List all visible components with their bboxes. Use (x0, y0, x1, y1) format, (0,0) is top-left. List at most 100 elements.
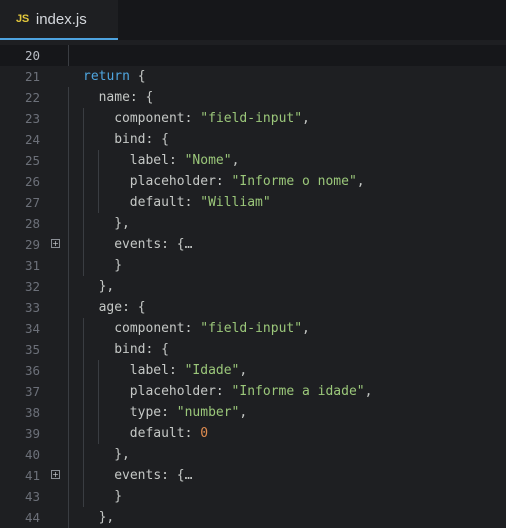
indent-guide (68, 234, 69, 255)
code-line[interactable]: 29 + events: {… (0, 234, 506, 255)
code-text: return { (83, 66, 146, 87)
indent-guide (83, 318, 84, 339)
code-text: }, (99, 507, 115, 528)
indent-guide (68, 297, 69, 318)
token-pun: : { (145, 342, 169, 357)
indent-guide (68, 129, 69, 150)
code-line[interactable]: 26 placeholder: "Informe o nome", (0, 171, 506, 192)
line-number: 27 (24, 195, 40, 210)
indent-guide (83, 402, 84, 423)
code-line[interactable]: 33 age: { (0, 297, 506, 318)
javascript-file-icon: JS (16, 13, 29, 25)
fold-expand-icon[interactable]: + (51, 239, 60, 248)
code-line[interactable]: 32}, (0, 276, 506, 297)
indent-guide (83, 486, 84, 507)
code-line[interactable]: 34 component: "field-input", (0, 318, 506, 339)
token-pun: : (184, 426, 201, 441)
code-line[interactable]: 25 label: "Nome", (0, 150, 506, 171)
code-text: events: {… (114, 465, 192, 486)
indent-guide (83, 423, 84, 444)
indent-guide (83, 108, 84, 129)
line-number: 34 (24, 321, 40, 336)
line-number: 26 (24, 174, 40, 189)
code-line[interactable]: 38 type: "number", (0, 402, 506, 423)
line-number: 39 (24, 426, 40, 441)
code-text: label: "Nome", (130, 150, 240, 171)
indent-guide (68, 444, 69, 465)
token-prop: events (114, 237, 162, 252)
token-prop: default (129, 426, 185, 441)
tab-index-js[interactable]: JS index.js (0, 0, 118, 40)
code-line[interactable]: 27 default: "William" (0, 192, 506, 213)
line-number: 40 (24, 447, 40, 462)
code-line[interactable]: 41 + events: {… (0, 465, 506, 486)
code-text: component: "field-input", (114, 318, 310, 339)
line-number: 29 (24, 237, 40, 252)
code-text: placeholder: "Informe a idade", (130, 381, 373, 402)
token-pun: : (184, 321, 201, 336)
code-line[interactable]: 20 (0, 45, 506, 66)
token-pun: : { (161, 237, 185, 252)
token-prop: component (114, 111, 185, 126)
line-number: 31 (24, 258, 40, 273)
line-number: 37 (24, 384, 40, 399)
code-line[interactable]: 44}, (0, 507, 506, 528)
code-line[interactable]: 40}, (0, 444, 506, 465)
token-prop: bind (114, 132, 146, 147)
code-line[interactable]: 37 placeholder: "Informe a idade", (0, 381, 506, 402)
code-line[interactable]: 21 return { (0, 66, 506, 87)
token-prop: name (98, 90, 130, 105)
token-pun: : (215, 384, 232, 399)
token-ell: … (184, 237, 193, 252)
code-line[interactable]: 31} (0, 255, 506, 276)
code-text: }, (114, 444, 130, 465)
token-pun: , (231, 153, 240, 168)
code-line[interactable]: 36 label: "Idade", (0, 360, 506, 381)
token-prop: label (129, 363, 169, 378)
token-pun: } (114, 489, 123, 504)
code-line[interactable]: 43} (0, 486, 506, 507)
code-text: placeholder: "Informe o nome", (130, 171, 365, 192)
fold-expand-icon[interactable]: + (51, 470, 60, 479)
token-pun: : { (161, 468, 185, 483)
token-pun: : (184, 111, 201, 126)
code-editor[interactable]: 20 21 return {22 name: {23 component: "field… (0, 40, 506, 528)
token-str: "number" (176, 405, 240, 420)
line-number: 21 (24, 69, 40, 84)
line-number: 36 (24, 363, 40, 378)
line-number: 35 (24, 342, 40, 357)
indent-guide (68, 360, 69, 381)
tab-bar: JS index.js (0, 0, 506, 40)
code-line[interactable]: 35 bind: { (0, 339, 506, 360)
indent-guide (68, 318, 69, 339)
code-line[interactable]: 24 bind: { (0, 129, 506, 150)
token-str: "Nome" (184, 153, 232, 168)
code-text: name: { (99, 87, 154, 108)
indent-guide (83, 234, 84, 255)
indent-guide (68, 213, 69, 234)
token-pun: }, (98, 279, 115, 294)
code-line[interactable]: 22 name: { (0, 87, 506, 108)
code-line[interactable]: 39 default: 0 (0, 423, 506, 444)
indent-guide (98, 192, 99, 213)
code-text: default: 0 (130, 423, 208, 444)
code-line[interactable]: 23 component: "field-input", (0, 108, 506, 129)
code-text: events: {… (114, 234, 192, 255)
code-text: } (114, 486, 122, 507)
line-number: 38 (24, 405, 40, 420)
indent-guide (83, 360, 84, 381)
token-pun: , (239, 405, 248, 420)
line-number: 32 (24, 279, 40, 294)
code-line[interactable]: 28}, (0, 213, 506, 234)
token-pun: : (161, 405, 177, 420)
token-prop: bind (114, 342, 146, 357)
indent-guide (98, 150, 99, 171)
token-pun: , (302, 321, 310, 336)
token-prop: placeholder (129, 384, 216, 399)
indent-guide (68, 276, 69, 297)
token-pun: : { (122, 300, 146, 315)
token-str: "field-input" (200, 111, 303, 126)
indent-guide (68, 465, 69, 486)
token-prop: label (129, 153, 169, 168)
indent-guide (68, 255, 69, 276)
